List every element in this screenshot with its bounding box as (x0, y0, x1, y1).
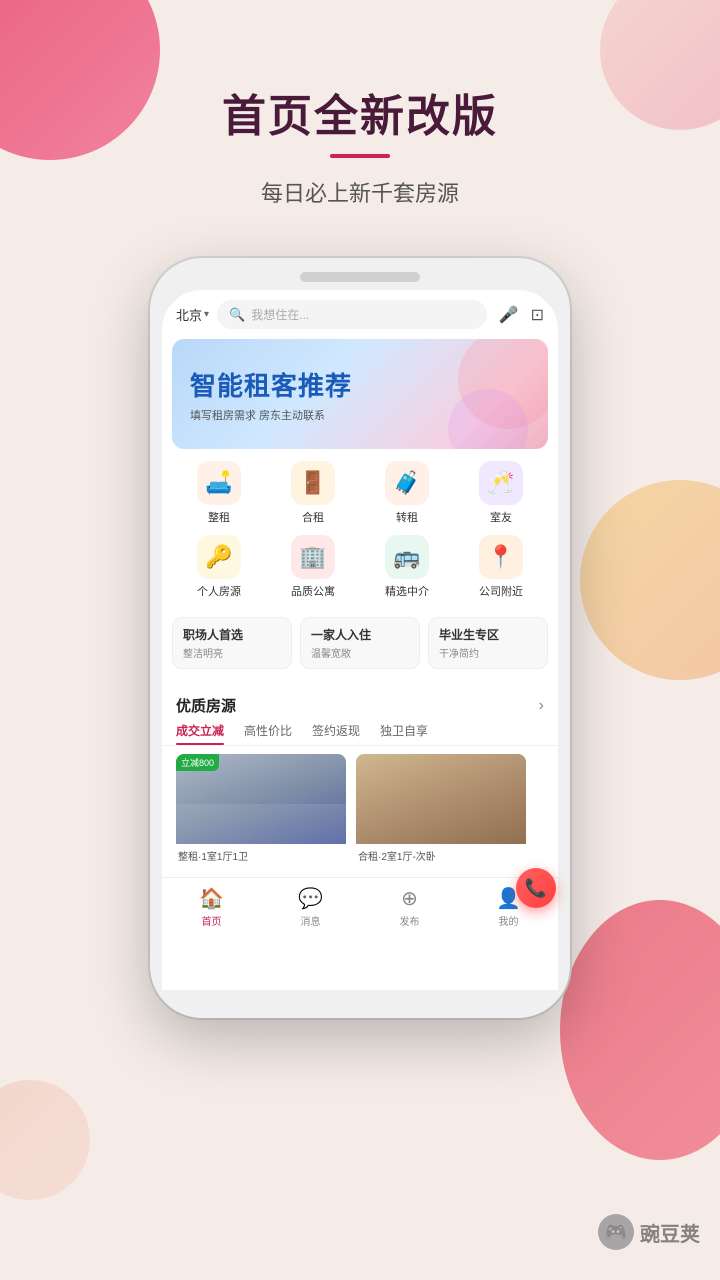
city-selector[interactable]: 北京 ▾ (176, 305, 209, 324)
tab-duwi[interactable]: 独卫自享 (380, 722, 428, 745)
cat-label-hezu: 合租 (302, 509, 324, 525)
phone-notch (300, 272, 420, 282)
bottom-nav: 🏠 首页 💬 消息 ⊕ 发布 👤 我的 (162, 877, 558, 932)
quality-tabs: 成交立减 高性价比 签约返现 独卫自享 (162, 722, 558, 746)
nav-label-publish: 发布 (400, 913, 420, 928)
tag-banner-sub-0: 整洁明亮 (183, 645, 281, 660)
phone-screen: 北京 ▾ 🔍 我想住在... 🎤 ⊡ 智能租客推荐 填写租房需求 房东主动联系 (162, 290, 558, 990)
tag-banner-professional[interactable]: 职场人首选 整洁明亮 (172, 617, 292, 669)
nav-item-message[interactable]: 💬 消息 (261, 886, 360, 928)
tab-chengjiao[interactable]: 成交立减 (176, 722, 224, 745)
cat-item-zhengzu[interactable]: 🛋️ 整租 (184, 461, 254, 525)
nav-item-home[interactable]: 🏠 首页 (162, 886, 261, 928)
cat-label-zhuanzu: 转租 (396, 509, 418, 525)
header-section: 首页全新改版 每日必上新千套房源 (0, 0, 720, 228)
mic-icon[interactable]: 🎤 (499, 305, 519, 325)
tag-row: 职场人首选 整洁明亮 一家人入住 温馨宽敞 毕业生专区 干净简约 (162, 613, 558, 679)
cat-icon-nearby: 📍 (479, 535, 523, 579)
search-bar: 北京 ▾ 🔍 我想住在... 🎤 ⊡ (162, 290, 558, 339)
main-title: 首页全新改版 (0, 80, 720, 144)
home-icon: 🏠 (199, 886, 224, 911)
tag-banner-title-2: 毕业生专区 (439, 626, 537, 643)
cat-label-agency: 精选中介 (385, 583, 429, 599)
bg-deco-bottom-left (0, 1080, 90, 1200)
cat-item-zhuanzu[interactable]: 🧳 转租 (372, 461, 442, 525)
cat-item-nearby[interactable]: 📍 公司附近 (466, 535, 536, 599)
search-placeholder: 我想住在... (251, 306, 309, 323)
quality-title: 优质房源 (176, 695, 236, 716)
scan-icon[interactable]: ⊡ (531, 305, 544, 325)
cat-item-quality-apt[interactable]: 🏢 品质公寓 (278, 535, 348, 599)
tag-banner-title-0: 职场人首选 (183, 626, 281, 643)
nav-label-message: 消息 (301, 913, 321, 928)
city-arrow-icon: ▾ (204, 309, 209, 320)
card-info-1: 合租·2室1厅-次卧 (356, 844, 526, 863)
card-info-0: 整租·1室1厅1卫 (176, 844, 346, 863)
quality-section: 优质房源 › 成交立减 高性价比 签约返现 独卫自享 (162, 685, 558, 877)
tab-xingjiabi[interactable]: 高性价比 (244, 722, 292, 745)
quality-arrow-icon[interactable]: › (539, 697, 544, 715)
watermark-text: 豌豆荚 (640, 1218, 700, 1247)
cat-item-personal[interactable]: 🔑 个人房源 (184, 535, 254, 599)
quality-header: 优质房源 › (162, 685, 558, 722)
cat-label-zhengzu: 整租 (208, 509, 230, 525)
property-card-0[interactable]: 立减800 整租·1室1厅1卫 (176, 754, 346, 863)
cat-item-hezu[interactable]: 🚪 合租 (278, 461, 348, 525)
cat-row-1: 🛋️ 整租 🚪 合租 🧳 转租 🥂 室友 (172, 461, 548, 525)
watermark-logo: 🎮 (598, 1214, 634, 1250)
cat-label-personal: 个人房源 (197, 583, 241, 599)
tab-qianyue[interactable]: 签约返现 (312, 722, 360, 745)
tag-banner-sub-1: 温馨宽敞 (311, 645, 409, 660)
cat-row-2: 🔑 个人房源 🏢 品质公寓 🚌 精选中介 📍 公司附近 (172, 535, 548, 599)
card-badge-0: 立减800 (176, 754, 219, 771)
nav-label-home: 首页 (202, 913, 222, 928)
phone-shell: 北京 ▾ 🔍 我想住在... 🎤 ⊡ 智能租客推荐 填写租房需求 房东主动联系 (150, 258, 570, 1018)
tag-banner-sub-2: 干净简约 (439, 645, 537, 660)
message-icon: 💬 (298, 886, 323, 911)
cat-item-roommate[interactable]: 🥂 室友 (466, 461, 536, 525)
cat-icon-roommate: 🥂 (479, 461, 523, 505)
cat-icon-quality-apt: 🏢 (291, 535, 335, 579)
call-button[interactable]: 📞 (516, 868, 556, 908)
tag-banner-title-1: 一家人入住 (311, 626, 409, 643)
tag-banner-family[interactable]: 一家人入住 温馨宽敞 (300, 617, 420, 669)
search-icon: 🔍 (229, 307, 245, 323)
sub-title: 每日必上新千套房源 (0, 176, 720, 208)
cat-label-roommate: 室友 (490, 509, 512, 525)
property-cards-row: 立减800 整租·1室1厅1卫 合租·2室1厅-次卧 (162, 754, 558, 877)
title-underline (330, 154, 390, 158)
cat-label-nearby: 公司附近 (479, 583, 523, 599)
card-image-0: 立减800 (176, 754, 346, 844)
search-input-area[interactable]: 🔍 我想住在... (217, 300, 487, 329)
publish-icon: ⊕ (401, 886, 418, 911)
cat-icon-agency: 🚌 (385, 535, 429, 579)
banner[interactable]: 智能租客推荐 填写租房需求 房东主动联系 (172, 339, 548, 449)
categories: 🛋️ 整租 🚪 合租 🧳 转租 🥂 室友 (162, 449, 558, 613)
nav-label-profile: 我的 (499, 913, 519, 928)
phone-wrapper: 北京 ▾ 🔍 我想住在... 🎤 ⊡ 智能租客推荐 填写租房需求 房东主动联系 (0, 258, 720, 1018)
cat-item-agency[interactable]: 🚌 精选中介 (372, 535, 442, 599)
property-card-1[interactable]: 合租·2室1厅-次卧 (356, 754, 526, 863)
cat-icon-zhuanzu: 🧳 (385, 461, 429, 505)
cat-icon-zhengzu: 🛋️ (197, 461, 241, 505)
cat-icon-hezu: 🚪 (291, 461, 335, 505)
nav-item-publish[interactable]: ⊕ 发布 (360, 886, 459, 928)
cat-label-quality-apt: 品质公寓 (291, 583, 335, 599)
cat-icon-personal: 🔑 (197, 535, 241, 579)
city-label: 北京 (176, 305, 202, 324)
tag-banner-graduate[interactable]: 毕业生专区 干净简约 (428, 617, 548, 669)
card-image-1 (356, 754, 526, 844)
watermark: 🎮 豌豆荚 (598, 1214, 700, 1250)
